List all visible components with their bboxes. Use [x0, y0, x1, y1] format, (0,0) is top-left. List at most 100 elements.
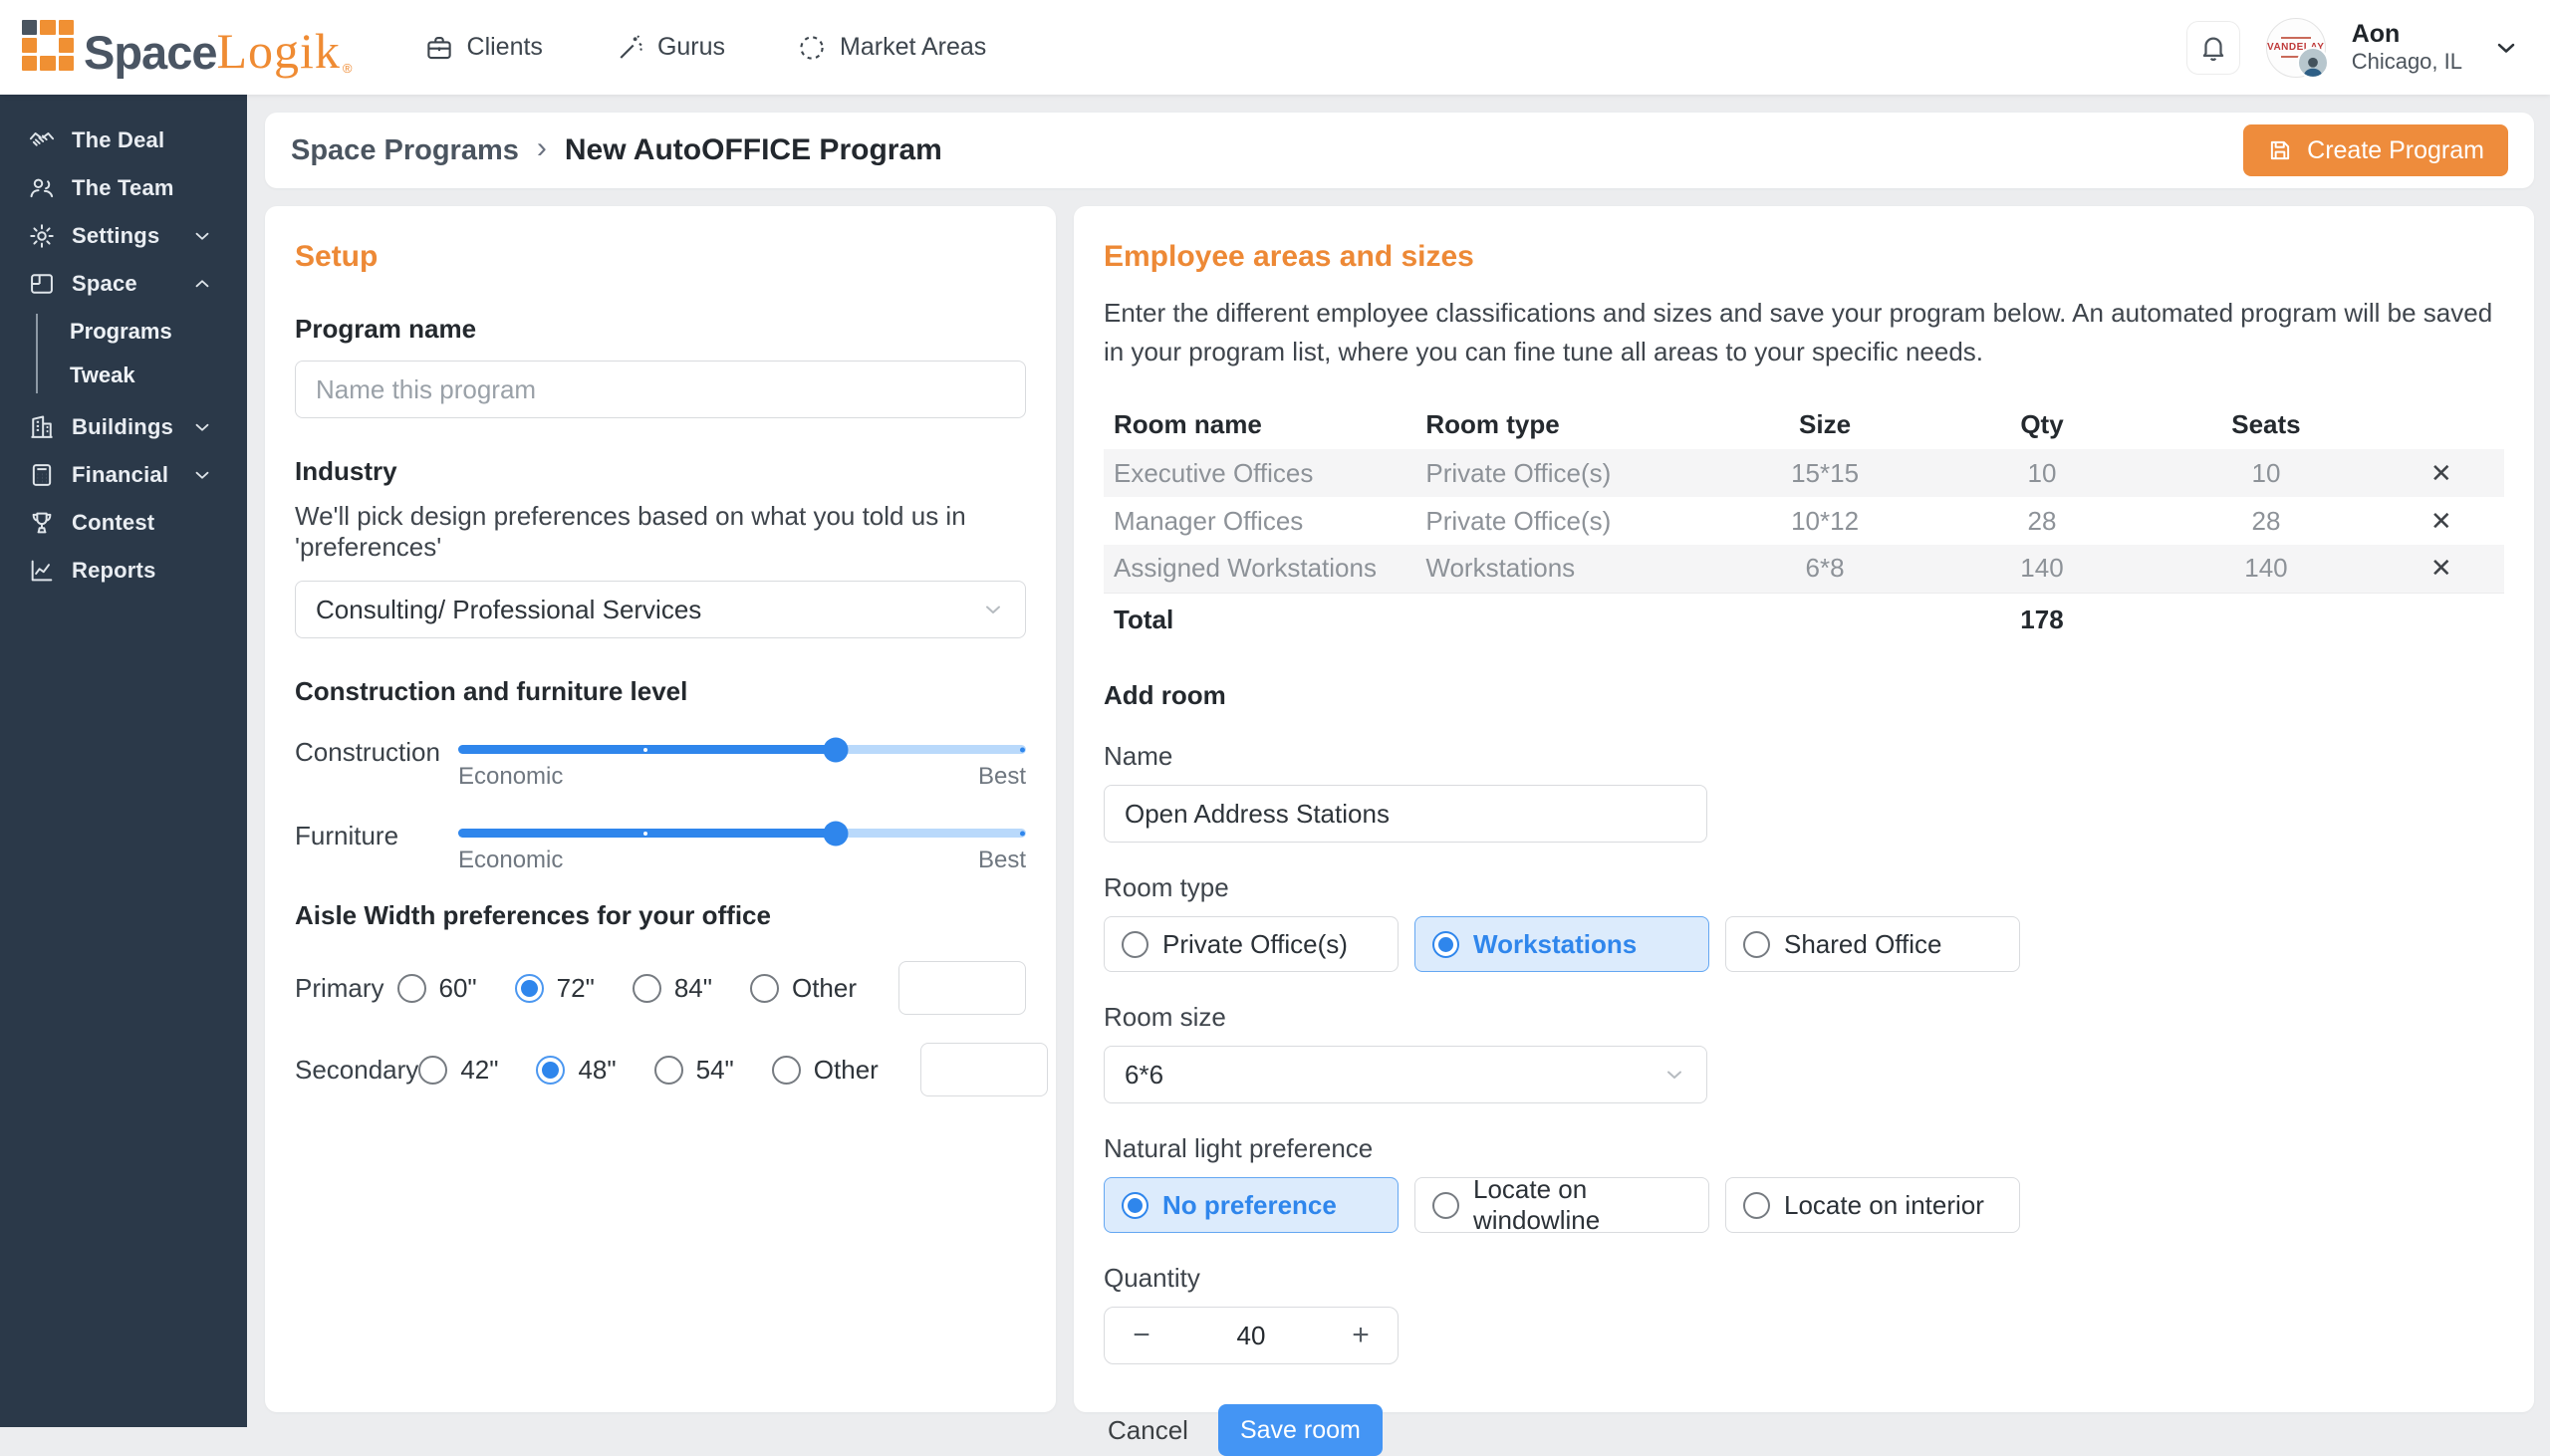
- secondary-option-48[interactable]: 48": [536, 1055, 616, 1086]
- sidebar-label: Space: [72, 271, 137, 297]
- secondary-option-42[interactable]: 42": [418, 1055, 498, 1086]
- breadcrumb-parent[interactable]: Space Programs: [291, 134, 519, 167]
- employee-areas-card: Employee areas and sizes Enter the diffe…: [1074, 206, 2534, 1412]
- aisle-width-heading: Aisle Width preferences for your office: [295, 900, 1026, 931]
- quantity-increase-button[interactable]: +: [1324, 1308, 1398, 1363]
- sidebar-label: Contest: [72, 510, 154, 536]
- primary-option-other[interactable]: Other: [750, 973, 857, 1004]
- chevron-down-icon: [191, 416, 229, 438]
- create-program-button[interactable]: Create Program: [2243, 124, 2508, 176]
- radio-icon: [772, 1056, 801, 1085]
- slider-end-mark: [1020, 747, 1025, 752]
- sidebar-item-programs[interactable]: Programs: [0, 310, 247, 354]
- sidebar-label: Settings: [72, 223, 159, 249]
- room-type-workstations[interactable]: Workstations: [1414, 916, 1709, 972]
- room-type-private-offices[interactable]: Private Office(s): [1104, 916, 1399, 972]
- account-name: Aon: [2352, 20, 2462, 49]
- nav-clients[interactable]: Clients: [424, 33, 543, 63]
- sidebar-item-space[interactable]: Space: [0, 260, 247, 308]
- chevron-down-icon: [981, 598, 1005, 621]
- main-content: Space Programs › New AutoOFFICE Program …: [247, 95, 2550, 1427]
- quantity-stepper: − 40 +: [1104, 1307, 1399, 1364]
- save-room-button[interactable]: Save room: [1218, 1404, 1383, 1456]
- employee-areas-title: Employee areas and sizes: [1104, 240, 2504, 274]
- secondary-option-54[interactable]: 54": [654, 1055, 734, 1086]
- secondary-other-input[interactable]: [920, 1043, 1048, 1096]
- total-qty: 178: [1930, 593, 2155, 646]
- sidebar-item-reports[interactable]: Reports: [0, 547, 247, 595]
- avatar[interactable]: VANDELAY: [2266, 18, 2326, 78]
- primary-option-72[interactable]: 72": [515, 973, 595, 1004]
- construction-slider-handle[interactable]: [824, 737, 849, 762]
- avatar-decoration: [2281, 37, 2311, 39]
- sidebar-item-contest[interactable]: Contest: [0, 499, 247, 547]
- light-locate-on-interior[interactable]: Locate on interior: [1725, 1177, 2020, 1233]
- furniture-slider[interactable]: [458, 829, 1026, 838]
- cancel-button[interactable]: Cancel: [1104, 1407, 1192, 1454]
- employee-areas-description: Enter the different employee classificat…: [1104, 294, 2504, 371]
- room-type-shared-office[interactable]: Shared Office: [1725, 916, 2020, 972]
- primary-option-84[interactable]: 84": [633, 973, 712, 1004]
- sidebar-item-the-team[interactable]: The Team: [0, 164, 247, 212]
- room-size-select[interactable]: 6*6: [1104, 1046, 1707, 1103]
- room-name-input[interactable]: [1104, 785, 1707, 843]
- radio-checked-icon: [536, 1056, 565, 1085]
- light-locate-on-windowline[interactable]: Locate on windowline: [1414, 1177, 1709, 1233]
- light-no-preference[interactable]: No preference: [1104, 1177, 1399, 1233]
- industry-selected-value: Consulting/ Professional Services: [316, 595, 701, 625]
- construction-slider[interactable]: [458, 745, 1026, 754]
- primary-aisle-label: Primary: [295, 973, 397, 1004]
- remove-row-button[interactable]: ✕: [2430, 506, 2452, 537]
- nav-market-areas-label: Market Areas: [840, 33, 986, 62]
- sidebar-item-the-deal[interactable]: The Deal: [0, 117, 247, 164]
- table-row: Assigned Workstations Workstations 6*8 1…: [1104, 545, 2504, 593]
- sidebar-item-settings[interactable]: Settings: [0, 212, 247, 260]
- chart-icon: [28, 557, 72, 585]
- quantity-value: 40: [1178, 1321, 1324, 1351]
- sidebar-label: Reports: [72, 558, 156, 584]
- wand-icon: [615, 33, 644, 63]
- avatar-photo: [2297, 47, 2329, 79]
- sidebar-item-financial[interactable]: Financial: [0, 451, 247, 499]
- sidebar-label: The Deal: [72, 127, 164, 153]
- radio-icon: [1743, 931, 1770, 958]
- quantity-decrease-button[interactable]: −: [1105, 1308, 1178, 1363]
- quantity-label: Quantity: [1104, 1263, 2504, 1294]
- construction-slider-row: Construction Economic Best: [295, 733, 1026, 791]
- primary-other-input[interactable]: [898, 961, 1026, 1015]
- radio-icon: [418, 1056, 447, 1085]
- industry-label: Industry: [295, 456, 1026, 487]
- account-menu[interactable]: Aon Chicago, IL: [2352, 20, 2462, 74]
- slider-mark: [643, 832, 647, 836]
- remove-row-button[interactable]: ✕: [2430, 458, 2452, 489]
- add-room-heading: Add room: [1104, 680, 2504, 711]
- furniture-slider-row: Furniture Economic Best: [295, 817, 1026, 874]
- room-type-label: Room type: [1104, 872, 2504, 903]
- primary-option-60[interactable]: 60": [397, 973, 477, 1004]
- spacelogik-logo[interactable]: Space Logik ®: [22, 20, 353, 76]
- nav-market-areas[interactable]: Market Areas: [797, 33, 986, 63]
- top-navigation: Clients Gurus Market Areas: [424, 33, 987, 63]
- chevron-down-icon: [1662, 1063, 1686, 1087]
- remove-row-button[interactable]: ✕: [2430, 553, 2452, 584]
- furniture-slider-handle[interactable]: [824, 821, 849, 846]
- slider-mark: [643, 748, 647, 752]
- radio-icon: [1122, 931, 1148, 958]
- sidebar-sublabel: Programs: [70, 319, 172, 345]
- sidebar-item-tweak[interactable]: Tweak: [0, 354, 247, 397]
- radio-icon: [397, 974, 426, 1003]
- nav-gurus[interactable]: Gurus: [615, 33, 725, 63]
- col-size: Size: [1720, 399, 1930, 449]
- sidebar-label: Financial: [72, 462, 168, 488]
- topbar: Space Logik ® Clients Gurus: [0, 0, 2550, 95]
- chevron-down-icon[interactable]: [2492, 34, 2520, 62]
- industry-select[interactable]: Consulting/ Professional Services: [295, 581, 1026, 638]
- sidebar-item-buildings[interactable]: Buildings: [0, 403, 247, 451]
- logo-text-secondary: Logik: [216, 26, 340, 76]
- notifications-button[interactable]: [2186, 21, 2240, 75]
- secondary-option-other[interactable]: Other: [772, 1055, 879, 1086]
- program-name-input[interactable]: [295, 361, 1026, 418]
- sidebar-space-submenu: Programs Tweak: [0, 308, 247, 403]
- building-icon: [28, 413, 72, 441]
- primary-aisle-row: Primary 60" 72" 84": [295, 961, 1026, 1015]
